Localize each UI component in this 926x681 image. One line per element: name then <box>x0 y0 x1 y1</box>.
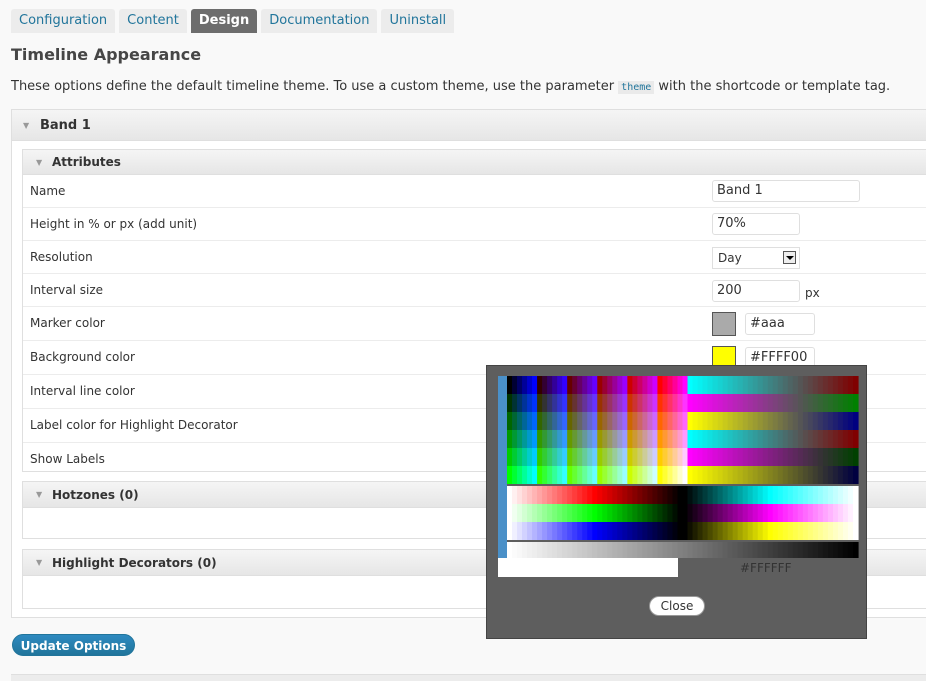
row-name: Name Band 1 <box>23 175 926 208</box>
name-field[interactable]: Band 1 <box>712 180 860 202</box>
tab-uninstall[interactable]: Uninstall <box>381 9 455 33</box>
row-label: Background color <box>30 350 135 364</box>
height-field[interactable]: 70% <box>712 213 800 235</box>
resolution-value: Day <box>718 251 742 265</box>
marker-color-swatch[interactable] <box>712 312 736 336</box>
intro-text-end: with the shortcode or template tag. <box>654 79 891 94</box>
intro-text: These options define the default timelin… <box>11 79 890 94</box>
color-preview <box>498 558 678 577</box>
collapse-triangle-icon: ▼ <box>36 558 43 567</box>
row-label: Label color for Highlight Decorator <box>30 418 238 432</box>
close-button[interactable]: Close <box>649 596 705 616</box>
row-marker-color: Marker color #aaa <box>23 307 926 341</box>
theme-code: theme <box>618 81 655 94</box>
collapse-triangle-icon: ▼ <box>36 490 43 499</box>
color-picker-popup: #FFFFFF Close <box>486 365 867 639</box>
band-header[interactable]: ▼ Band 1 <box>12 110 926 141</box>
hotzones-title: Hotzones (0) <box>52 488 139 502</box>
collapse-triangle-icon: ▼ <box>23 121 30 130</box>
collapse-triangle-icon: ▼ <box>36 158 43 167</box>
attributes-title: Attributes <box>52 155 121 169</box>
tab-bar: Configuration Content Design Documentati… <box>11 9 455 33</box>
attributes-header[interactable]: ▼ Attributes <box>23 150 926 175</box>
tab-documentation[interactable]: Documentation <box>261 9 378 33</box>
row-label: Name <box>30 184 66 198</box>
tab-design[interactable]: Design <box>190 9 258 33</box>
row-resolution: Resolution Day <box>23 241 926 274</box>
resolution-select[interactable]: Day <box>712 247 800 269</box>
row-label: Height in % or px (add unit) <box>30 217 198 231</box>
marker-color-field[interactable]: #aaa <box>745 313 815 335</box>
page-title: Timeline Appearance <box>11 45 202 64</box>
row-label: Resolution <box>30 250 93 264</box>
update-options-button[interactable]: Update Options <box>12 634 135 656</box>
decorators-title: Highlight Decorators (0) <box>52 556 217 570</box>
tab-content[interactable]: Content <box>119 9 187 33</box>
row-interval-size: Interval size 200 px <box>23 274 926 307</box>
intro-text-start: These options define the default timelin… <box>11 79 619 94</box>
tab-configuration[interactable]: Configuration <box>11 9 116 33</box>
band-title: Band 1 <box>40 118 91 133</box>
unit-label: px <box>805 286 820 300</box>
row-height: Height in % or px (add unit) 70% <box>23 208 926 241</box>
interval-size-field[interactable]: 200 <box>712 280 800 302</box>
row-label: Interval size <box>30 283 104 297</box>
row-label: Interval line color <box>30 384 135 398</box>
row-label: Show Labels <box>30 452 105 466</box>
chevron-down-icon[interactable] <box>783 251 796 264</box>
row-label: Marker color <box>30 316 105 330</box>
hex-value: #FFFFFF <box>740 561 792 575</box>
